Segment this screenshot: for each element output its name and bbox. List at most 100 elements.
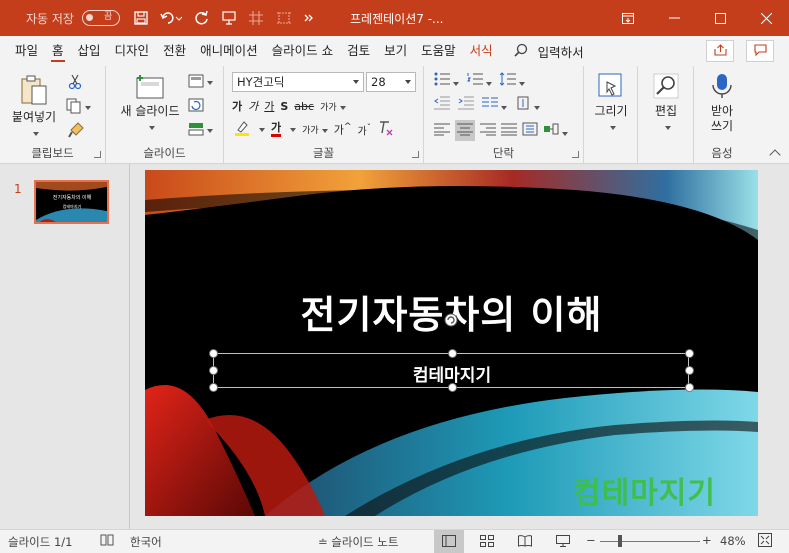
layout-button[interactable] <box>188 74 213 91</box>
resize-handle-top-right[interactable] <box>685 349 694 358</box>
numbering-icon[interactable] <box>467 72 492 89</box>
close-icon[interactable] <box>743 0 789 36</box>
increase-indent-icon[interactable] <box>458 96 474 113</box>
customize-toolbar-icon[interactable] <box>304 13 314 23</box>
reading-view-button[interactable] <box>510 530 540 553</box>
align-right-icon[interactable] <box>480 122 496 139</box>
start-from-beginning-icon[interactable] <box>222 11 236 25</box>
zoom-slider-thumb[interactable] <box>618 535 622 547</box>
bullets-icon[interactable] <box>434 72 459 89</box>
subtitle-selection-box[interactable]: 컴테마지기 <box>209 349 694 392</box>
comments-button[interactable] <box>746 40 774 62</box>
autosave-toggle[interactable]: 끔 <box>81 10 120 26</box>
paste-button[interactable]: 붙여넣기 <box>8 74 60 140</box>
resize-handle-top-left[interactable] <box>209 349 218 358</box>
resize-handle-bottom[interactable] <box>448 383 457 392</box>
font-color-icon[interactable]: 가 <box>271 122 282 137</box>
character-spacing-icon[interactable]: 가가 <box>320 100 346 113</box>
slide-thumbnail[interactable]: 전기자동차의 이해 컴테마지기 <box>34 180 109 224</box>
dictate-button[interactable]: 받아 쓰기 <box>698 72 746 134</box>
resize-handle-top[interactable] <box>448 349 457 358</box>
copy-button[interactable] <box>66 98 91 117</box>
collapse-ribbon-icon[interactable] <box>769 149 781 161</box>
tab-home[interactable]: 홈 <box>45 36 71 66</box>
highlight-color-icon[interactable] <box>234 120 250 139</box>
font-size-combo[interactable]: 28 <box>366 72 416 92</box>
paragraph-launcher[interactable] <box>572 151 579 158</box>
section-button[interactable] <box>188 122 213 139</box>
shadow-icon[interactable]: S <box>280 100 288 113</box>
fit-slide-icon[interactable] <box>758 533 772 550</box>
align-text-icon[interactable] <box>522 122 538 139</box>
justify-icon[interactable] <box>501 122 517 139</box>
accessibility-icon[interactable] <box>100 533 114 550</box>
align-center-icon[interactable] <box>455 120 475 141</box>
ribbon-tabs: 파일 홈 삽입 디자인 전환 애니메이션 슬라이드 쇼 검토 보기 도움말 서식… <box>0 36 789 66</box>
increase-font-icon[interactable]: 가^ <box>334 121 352 138</box>
tab-review[interactable]: 검토 <box>340 36 377 66</box>
change-case-icon[interactable]: 가가 <box>302 123 328 136</box>
reset-button[interactable] <box>188 98 204 115</box>
slide-sorter-button[interactable] <box>472 530 502 553</box>
resize-handle-bottom-right[interactable] <box>685 383 694 392</box>
grid-select-icon[interactable] <box>248 10 264 26</box>
zoom-level[interactable]: 48% <box>720 534 746 548</box>
autosave-label: 자동 저장 <box>26 11 74 26</box>
undo-icon[interactable] <box>160 11 182 25</box>
language-status[interactable]: 한국어 <box>130 534 162 550</box>
line-spacing-icon[interactable] <box>499 72 525 89</box>
selection-pane-icon[interactable] <box>276 10 292 26</box>
tab-transitions[interactable]: 전환 <box>156 36 193 66</box>
slide-canvas[interactable]: 전기자동차의 이해 컴테마지기 컴테마지기 <box>145 170 758 516</box>
clear-formatting-icon[interactable] <box>377 120 393 139</box>
bold-icon[interactable]: 가 <box>232 98 242 114</box>
clipboard-launcher[interactable] <box>94 151 101 158</box>
resize-handle-right[interactable] <box>685 366 694 375</box>
tab-view[interactable]: 보기 <box>377 36 414 66</box>
normal-view-button[interactable] <box>434 530 464 553</box>
tab-slide-show[interactable]: 슬라이드 쇼 <box>265 36 340 66</box>
group-label-font: 글꼴 <box>312 146 335 160</box>
resize-handle-bottom-left[interactable] <box>209 383 218 392</box>
zoom-in-icon[interactable]: + <box>702 533 712 547</box>
smartart-icon[interactable] <box>543 122 568 139</box>
layout-icon <box>188 74 204 91</box>
minimize-icon[interactable] <box>651 0 697 36</box>
share-button[interactable] <box>706 40 734 62</box>
tab-help[interactable]: 도움말 <box>414 36 463 66</box>
tab-animations[interactable]: 애니메이션 <box>193 36 265 66</box>
zoom-slider[interactable] <box>600 541 700 542</box>
editing-button[interactable]: 편집 <box>642 72 690 134</box>
new-slide-button[interactable]: 새 슬라이드 <box>112 74 188 134</box>
font-launcher[interactable] <box>412 151 419 158</box>
tab-format[interactable]: 서식 <box>463 36 500 66</box>
resize-handle-left[interactable] <box>209 366 218 375</box>
ribbon-display-options-icon[interactable] <box>605 0 651 36</box>
rotate-handle-icon[interactable] <box>443 312 459 328</box>
font-name-combo[interactable]: HY견고딕 <box>232 72 364 92</box>
strikethrough-icon[interactable]: abc <box>294 100 314 113</box>
maximize-icon[interactable] <box>697 0 743 36</box>
tab-design[interactable]: 디자인 <box>108 36 157 66</box>
tell-me-search[interactable]: 입력하서 <box>514 42 584 61</box>
tab-insert[interactable]: 삽입 <box>71 36 108 66</box>
italic-icon[interactable]: 가 <box>248 98 258 114</box>
tab-file[interactable]: 파일 <box>8 36 45 66</box>
cut-button[interactable] <box>68 74 82 93</box>
decrease-indent-icon[interactable] <box>434 96 450 113</box>
align-left-icon[interactable] <box>434 122 450 139</box>
format-painter-button[interactable] <box>68 122 84 141</box>
drawing-button[interactable]: 그리기 <box>588 72 634 134</box>
thumb-subtitle: 컴테마지기 <box>62 204 82 209</box>
powerpoint-window: 자동 저장 끔 프레젠테이션7 -... 파일 홈 삽입 디자인 전환 애니메이… <box>0 0 789 553</box>
text-direction-icon[interactable] <box>515 96 540 113</box>
columns-icon[interactable] <box>482 96 507 113</box>
redo-icon[interactable] <box>194 10 210 26</box>
underline-icon[interactable]: 가 <box>264 98 274 114</box>
dictate-label: 받아 쓰기 <box>710 104 734 133</box>
decrease-font-icon[interactable]: 가ˇ <box>358 122 371 137</box>
zoom-out-icon[interactable]: − <box>586 533 596 547</box>
slideshow-button[interactable] <box>548 530 578 553</box>
notes-button[interactable]: ≐ 슬라이드 노트 <box>318 534 398 550</box>
save-icon[interactable] <box>134 11 148 25</box>
